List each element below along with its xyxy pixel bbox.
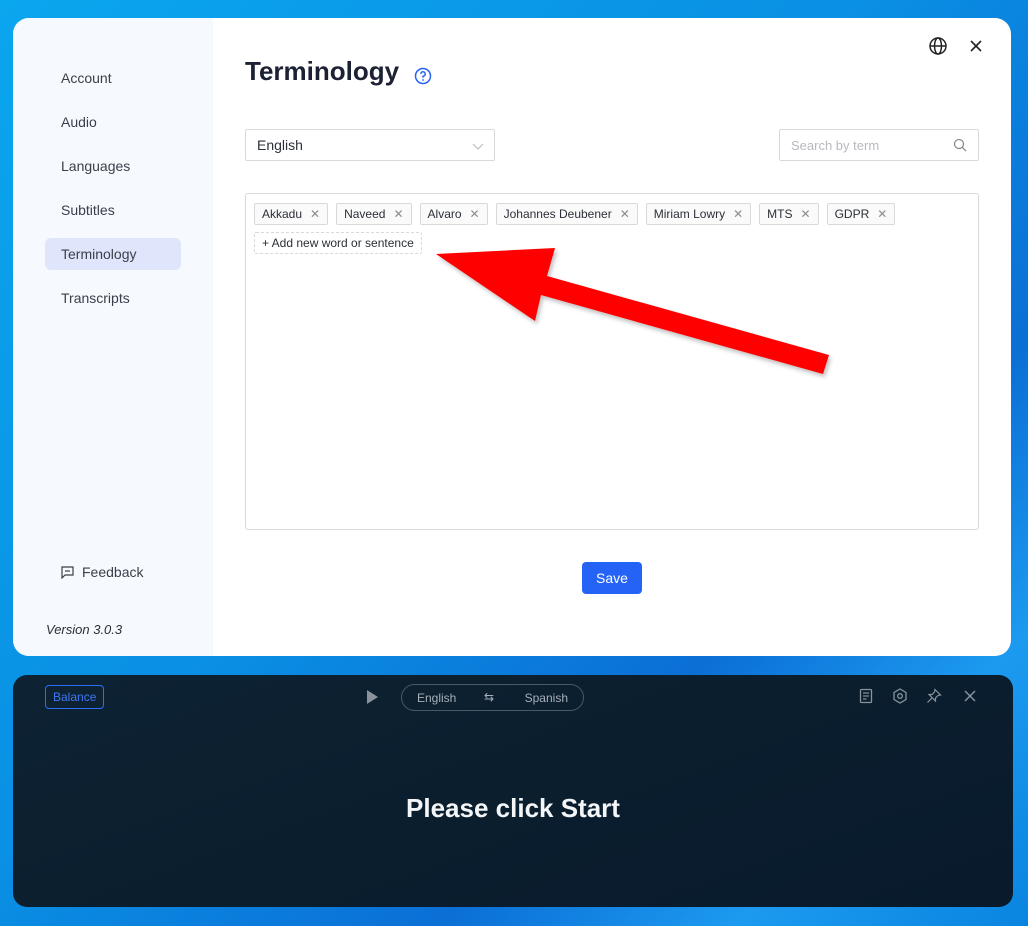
- term-label: Naveed: [344, 207, 386, 221]
- close-icon[interactable]: [962, 688, 978, 704]
- source-language[interactable]: English: [417, 691, 456, 705]
- caption-message: Please click Start: [406, 793, 620, 823]
- term-label: Akkadu: [262, 207, 303, 221]
- term-label: GDPR: [834, 207, 870, 221]
- balance-button[interactable]: Balance: [45, 685, 105, 709]
- question-circle-icon[interactable]: [414, 67, 432, 85]
- term-tag: Johannes Deubener ✕: [495, 203, 638, 225]
- remove-term-icon[interactable]: ✕: [801, 204, 811, 224]
- sidebar-item-account[interactable]: Account: [45, 62, 181, 94]
- close-icon[interactable]: [966, 36, 986, 56]
- search-field: [779, 129, 979, 161]
- remove-term-icon[interactable]: ✕: [393, 204, 403, 224]
- feedback-icon: [61, 565, 74, 579]
- feedback-link[interactable]: Feedback: [61, 562, 143, 582]
- sidebar-item-subtitles[interactable]: Subtitles: [45, 194, 181, 226]
- language-select[interactable]: English: [245, 129, 495, 161]
- term-tag: Naveed ✕: [336, 203, 412, 225]
- remove-term-icon[interactable]: ✕: [620, 204, 630, 224]
- term-tag: GDPR ✕: [826, 203, 896, 225]
- version-label: Version 3.0.3: [46, 622, 123, 637]
- term-label: Alvaro: [427, 207, 462, 221]
- term-tag: Miriam Lowry ✕: [645, 203, 752, 225]
- swap-languages-icon[interactable]: ⇆: [484, 690, 494, 704]
- globe-icon[interactable]: [928, 36, 948, 56]
- language-select-value: English: [257, 137, 303, 153]
- term-label: Johannes Deubener: [503, 207, 612, 221]
- settings-window: Account Audio Languages Subtitles Termin…: [13, 18, 1011, 656]
- term-label: MTS: [767, 207, 793, 221]
- remove-term-icon[interactable]: ✕: [310, 204, 320, 224]
- feedback-label: Feedback: [82, 564, 144, 580]
- sidebar-item-transcripts[interactable]: Transcripts: [45, 282, 181, 314]
- chevron-down-icon: [472, 143, 484, 150]
- term-tag: Alvaro ✕: [419, 203, 488, 225]
- terms-container: Akkadu ✕ Naveed ✕ Alvaro ✕ Johannes Deubene…: [245, 193, 979, 530]
- remove-term-icon[interactable]: ✕: [470, 204, 480, 224]
- language-pair-selector[interactable]: English ⇆ Spanish: [401, 684, 584, 711]
- search-icon[interactable]: [953, 138, 967, 152]
- target-language[interactable]: Spanish: [525, 691, 568, 705]
- term-tags: Akkadu ✕ Naveed ✕ Alvaro ✕ Johannes Deubene…: [254, 203, 896, 225]
- term-tag: MTS ✕: [759, 203, 819, 225]
- pin-icon[interactable]: [926, 688, 942, 704]
- search-input[interactable]: [791, 130, 951, 160]
- document-icon[interactable]: [858, 688, 874, 704]
- remove-term-icon[interactable]: ✕: [877, 204, 887, 224]
- caption-window: Balance English ⇆ Spanish Please click S…: [13, 675, 1013, 907]
- sidebar-item-terminology[interactable]: Terminology: [45, 238, 181, 270]
- page-title: Terminology: [245, 56, 400, 86]
- save-button[interactable]: Save: [582, 562, 642, 594]
- remove-term-icon[interactable]: ✕: [733, 204, 743, 224]
- sidebar-item-audio[interactable]: Audio: [45, 106, 181, 138]
- term-tag: Akkadu ✕: [254, 203, 329, 225]
- sidebar: Account Audio Languages Subtitles Termin…: [13, 18, 213, 656]
- term-label: Miriam Lowry: [653, 207, 726, 221]
- play-icon[interactable]: [365, 689, 379, 705]
- add-term-button[interactable]: + Add new word or sentence: [254, 232, 422, 254]
- sidebar-item-languages[interactable]: Languages: [45, 150, 181, 182]
- settings-icon[interactable]: [892, 688, 908, 704]
